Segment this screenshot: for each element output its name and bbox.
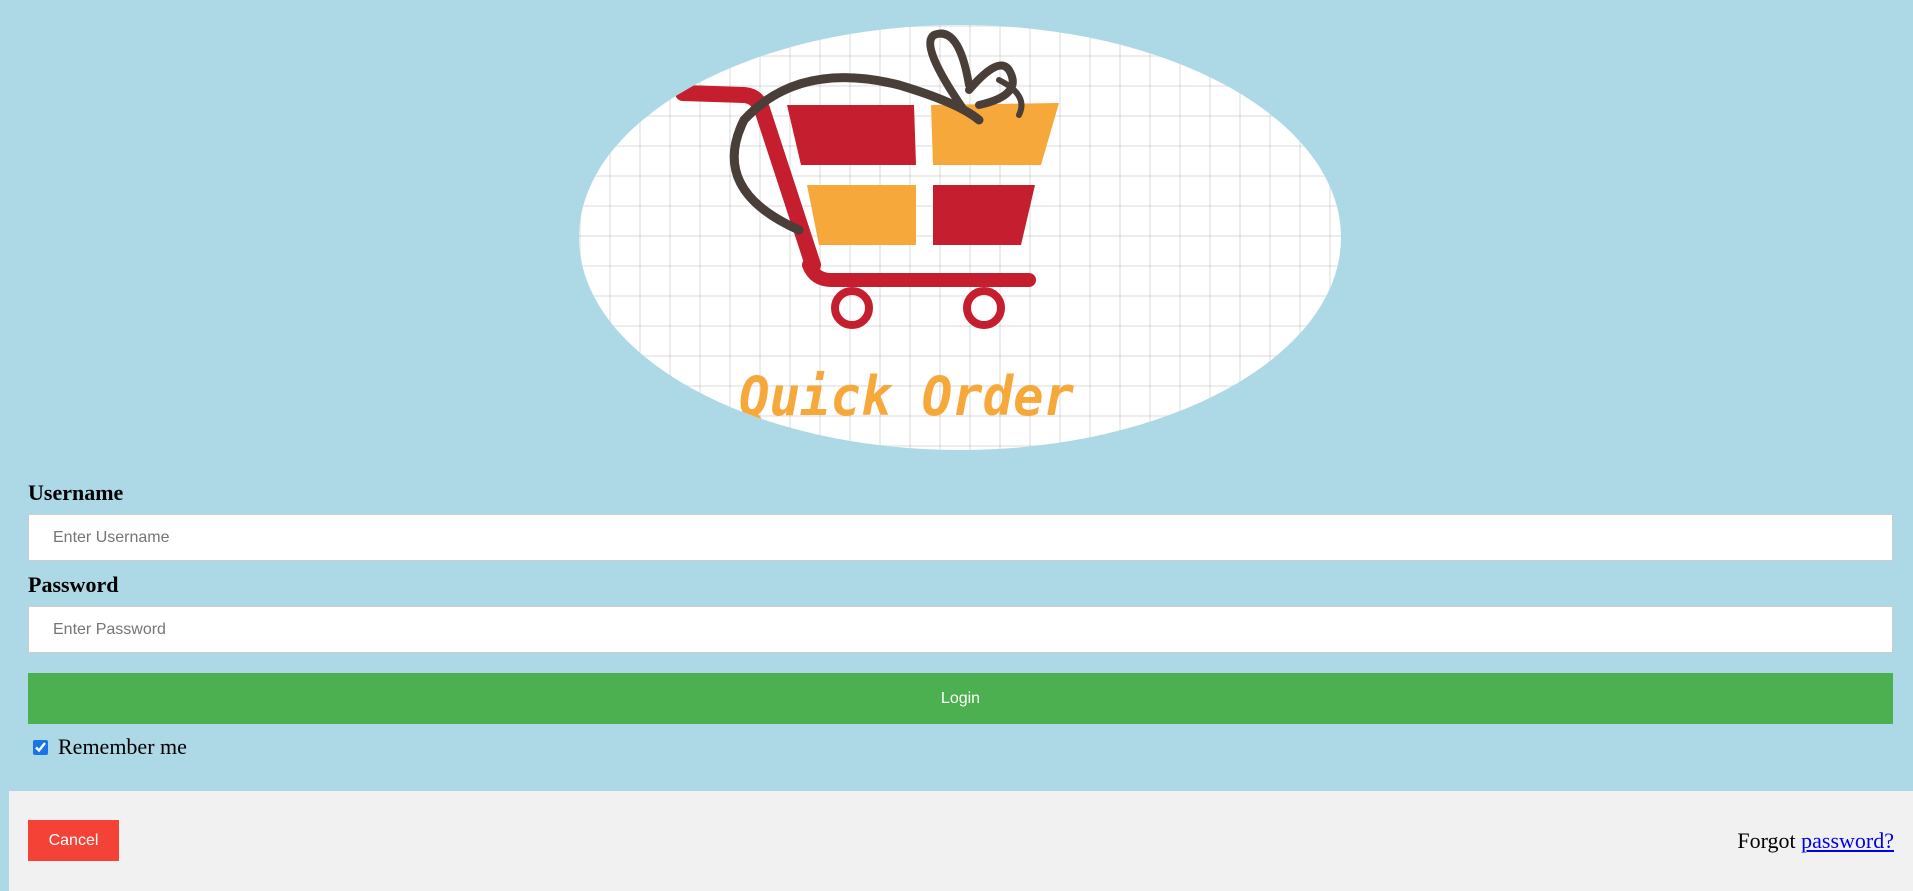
username-label: Username: [28, 480, 124, 505]
username-input[interactable]: [28, 514, 1893, 561]
logo-text: Quick Order: [739, 365, 1074, 428]
remember-me-row: Remember me: [28, 734, 1893, 760]
cancel-button[interactable]: Cancel: [28, 820, 119, 861]
forgot-prefix: Forgot: [1737, 828, 1802, 853]
login-button[interactable]: Login: [28, 673, 1893, 724]
remember-me-label[interactable]: Remember me: [58, 734, 187, 760]
password-label: Password: [28, 572, 119, 597]
remember-me-checkbox[interactable]: [33, 739, 48, 755]
login-form: Username Password Login Remember me: [28, 480, 1893, 760]
footer-bar: Cancel Forgot password?: [9, 791, 1913, 891]
password-input[interactable]: [28, 606, 1893, 653]
login-page: Quick Order Username Password Login Reme…: [0, 0, 1913, 891]
forgot-password-text: Forgot password?: [1737, 828, 1894, 854]
shopping-cart-gift-icon: Quick Order: [675, 29, 1074, 428]
forgot-password-link[interactable]: password?: [1801, 828, 1894, 853]
logo: Quick Order: [579, 25, 1341, 450]
